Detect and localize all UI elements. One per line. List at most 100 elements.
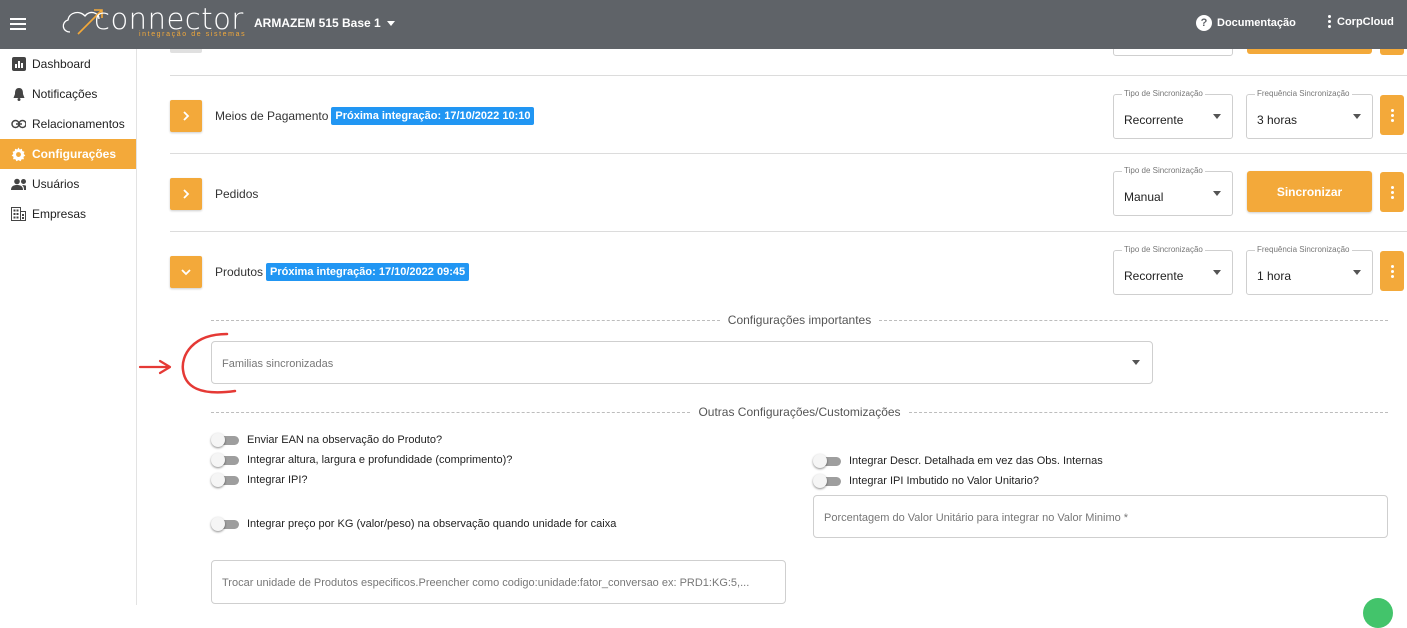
dashboard-icon xyxy=(11,57,26,72)
sync-type-label: Tipo de Sincronização xyxy=(1122,245,1205,254)
company-selector[interactable]: ARMAZEM 515 Base 1 xyxy=(254,16,395,30)
menu-icon[interactable] xyxy=(10,13,28,35)
sidebar-item-relacionamentos[interactable]: Relacionamentos xyxy=(0,109,136,139)
caret-down-icon xyxy=(1213,114,1221,119)
descr-detalhada-toggle[interactable] xyxy=(813,454,841,468)
trocar-unidade-input[interactable]: Trocar unidade de Produtos especificos.P… xyxy=(211,560,786,604)
preco-kg-toggle[interactable] xyxy=(211,517,239,531)
top-bar: connector integração de sistemas ARMAZEM… xyxy=(0,0,1407,49)
row-divider xyxy=(170,75,1407,76)
sidebar-item-configuracoes[interactable]: Configurações xyxy=(0,139,136,169)
documentation-label: Documentação xyxy=(1217,17,1296,29)
sync-type-value: Manual xyxy=(1124,190,1164,204)
next-integration-badge: Próxima integração: 17/10/2022 09:45 xyxy=(266,263,470,281)
expand-meios-pagamento-button[interactable] xyxy=(170,100,202,132)
porcentagem-input[interactable]: Porcentagem do Valor Unitário para integ… xyxy=(813,495,1388,538)
sync-type-select-pedidos[interactable]: Tipo de Sincronização Manual xyxy=(1113,166,1233,216)
toggle-row-descr: Integrar Descr. Detalhada em vez das Obs… xyxy=(813,454,1103,468)
toggle-row-preco-kg: Integrar preço por KG (valor/peso) na ob… xyxy=(211,517,616,531)
toggle-row-dimensoes: Integrar altura, largura e profundidade … xyxy=(211,453,512,467)
section-divider-important: Configurações importantes xyxy=(211,313,1389,327)
row-more-button[interactable] xyxy=(1380,172,1404,212)
frequency-select-produtos[interactable]: Frequência Sincronização 1 hora xyxy=(1246,245,1373,295)
toggle-label: Integrar Descr. Detalhada em vez das Obs… xyxy=(849,455,1103,467)
chevron-right-icon xyxy=(183,111,190,121)
logo-subtitle: integração de sistemas xyxy=(139,31,247,38)
frequency-label: Frequência Sincronização xyxy=(1255,89,1352,98)
caret-down-icon xyxy=(1132,360,1140,365)
company-name: ARMAZEM 515 Base 1 xyxy=(254,16,381,30)
sidebar-item-label: Empresas xyxy=(32,207,87,221)
familias-select[interactable]: Familias sincronizadas xyxy=(211,341,1153,384)
sidebar-item-usuarios[interactable]: Usuários xyxy=(0,169,136,199)
sidebar-item-label: Dashboard xyxy=(32,57,91,71)
row-more-button[interactable] xyxy=(1380,95,1404,135)
sidebar-item-label: Configurações xyxy=(32,147,117,161)
dimensoes-toggle[interactable] xyxy=(211,453,239,467)
trocar-unidade-placeholder: Trocar unidade de Produtos especificos.P… xyxy=(222,577,750,589)
produtos-title: Produtos Próxima integração: 17/10/2022 … xyxy=(215,263,470,281)
sidebar-item-dashboard[interactable]: Dashboard xyxy=(0,49,136,79)
ean-toggle[interactable] xyxy=(211,433,239,447)
sidebar-item-label: Usuários xyxy=(32,177,80,191)
previous-row-select[interactable] xyxy=(1113,49,1233,56)
previous-row-button[interactable] xyxy=(170,49,202,53)
caret-down-icon xyxy=(1353,114,1361,119)
account-label: CorpCloud xyxy=(1337,15,1394,28)
more-vert-icon xyxy=(1328,15,1331,28)
pedidos-title: Pedidos xyxy=(215,187,258,201)
sync-type-label: Tipo de Sincronização xyxy=(1122,166,1205,175)
sidebar-item-notificacoes[interactable]: Notificações xyxy=(0,79,136,109)
documentation-link[interactable]: ? Documentação xyxy=(1196,15,1296,31)
users-icon xyxy=(11,177,26,192)
collapse-produtos-button[interactable] xyxy=(170,256,202,288)
section-divider-other: Outras Configurações/Customizações xyxy=(211,405,1388,419)
row-title-text: Produtos xyxy=(215,265,264,279)
ipi-imbutido-toggle[interactable] xyxy=(813,474,841,488)
familias-placeholder: Familias sincronizadas xyxy=(222,358,334,370)
row-title-text: Pedidos xyxy=(215,187,259,201)
toggle-label: Integrar IPI? xyxy=(247,474,308,486)
caret-down-icon xyxy=(1213,191,1221,196)
section-title: Configurações importantes xyxy=(727,313,872,327)
building-icon xyxy=(11,207,26,222)
sync-type-select-meios-pagamento[interactable]: Tipo de Sincronização Recorrente xyxy=(1113,89,1233,139)
sidebar-item-label: Notificações xyxy=(32,87,98,101)
row-more-button[interactable] xyxy=(1380,251,1404,291)
sync-type-label: Tipo de Sincronização xyxy=(1122,89,1205,98)
previous-row-button-orange[interactable] xyxy=(1247,49,1372,54)
frequency-value: 3 horas xyxy=(1257,113,1298,127)
chevron-down-icon xyxy=(386,20,395,26)
caret-down-icon xyxy=(1353,270,1361,275)
meios-pagamento-title: Meios de Pagamento Próxima integração: 1… xyxy=(215,107,535,125)
expand-pedidos-button[interactable] xyxy=(170,178,202,210)
account-menu[interactable]: CorpCloud xyxy=(1328,15,1394,28)
toggle-row-ipi-imbutido: Integrar IPI Imbutido no Valor Unitario? xyxy=(813,474,1039,488)
chevron-right-icon xyxy=(183,189,190,199)
toggle-row-ipi: Integrar IPI? xyxy=(211,473,308,487)
ipi-toggle[interactable] xyxy=(211,473,239,487)
toggle-label: Integrar altura, largura e profundidade … xyxy=(247,454,513,466)
previous-row-kebab[interactable] xyxy=(1380,49,1404,55)
next-integration-badge: Próxima integração: 17/10/2022 10:10 xyxy=(331,107,535,125)
row-title-text: Meios de Pagamento xyxy=(215,109,329,123)
main-content: Meios de Pagamento Próxima integração: 1… xyxy=(137,49,1407,605)
row-divider xyxy=(170,231,1407,232)
sync-type-select-produtos[interactable]: Tipo de Sincronização Recorrente xyxy=(1113,245,1233,295)
toggle-label: Enviar EAN na observação do Produto? xyxy=(247,434,443,446)
sidebar-item-label: Relacionamentos xyxy=(32,117,125,131)
sincronizar-button[interactable]: Sincronizar xyxy=(1247,171,1372,212)
gear-icon xyxy=(11,146,26,162)
row-divider xyxy=(170,153,1407,154)
app-logo[interactable]: connector integração de sistemas xyxy=(58,2,245,44)
sidebar-item-empresas[interactable]: Empresas xyxy=(0,199,136,229)
frequency-value: 1 hora xyxy=(1257,269,1292,283)
toggle-label: Integrar IPI Imbutido no Valor Unitario? xyxy=(849,475,1039,487)
sync-type-value: Recorrente xyxy=(1124,269,1184,283)
porcentagem-placeholder: Porcentagem do Valor Unitário para integ… xyxy=(824,512,1129,524)
sync-type-value: Recorrente xyxy=(1124,113,1184,127)
help-icon: ? xyxy=(1196,15,1212,31)
frequency-select-meios-pagamento[interactable]: Frequência Sincronização 3 horas xyxy=(1246,89,1373,139)
chat-button[interactable] xyxy=(1363,598,1393,628)
sidebar: Dashboard Notificações Relacionamentos C… xyxy=(0,49,137,605)
